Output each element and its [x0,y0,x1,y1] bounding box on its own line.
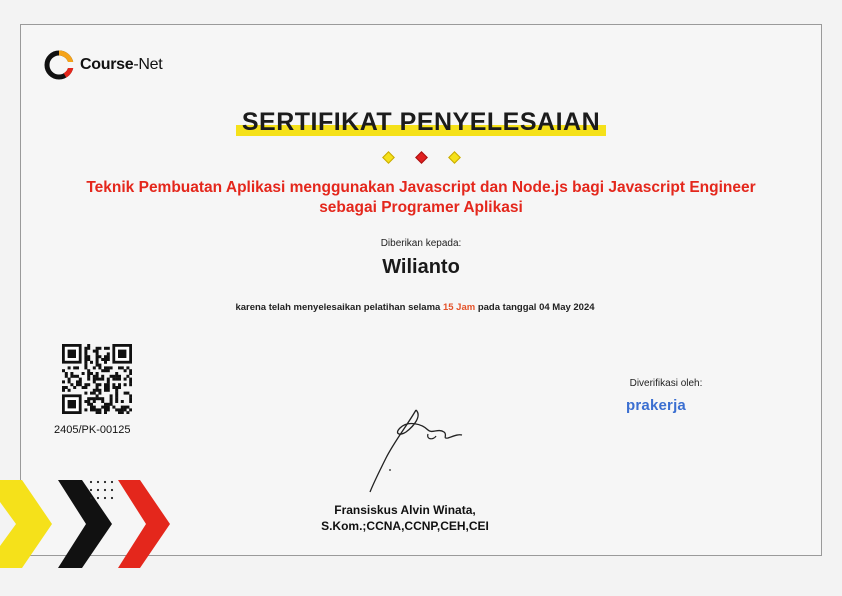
yellow-diamond-icon [447,151,461,164]
course-net-logo: Course-Net [44,50,163,80]
brand-name: Course-Net [80,56,163,73]
red-diamond-icon [414,151,428,164]
diamond-ornament [0,151,842,164]
signer-name: Fransiskus Alvin Winata, [334,503,476,517]
certificate-title: SERTIFIKAT PENYELESAIAN [235,108,607,137]
signer-credentials: S.Kom.;CCNA,CCNP,CEH,CEI [321,519,489,533]
course-title: Teknik Pembuatan Aplikasi menggunakan Ja… [86,179,756,216]
signature-image [356,402,466,496]
dot-grid-decoration [88,479,118,503]
yellow-diamond-icon [381,151,395,164]
qr-code-icon[interactable] [62,344,133,415]
verified-by-label: Diverifikasi oleh: [629,378,703,389]
certificate-number: 2405/PK-00125 [54,424,131,436]
recipient-name: Wilianto [382,256,460,278]
duration: 15 Jam [442,302,476,313]
title-wrapper: SERTIFIKAT PENYELESAIAN [0,108,842,137]
given-to-label: Diberikan kepada: [380,238,462,249]
course-net-logo-icon [44,50,74,80]
signer-block: Fransiskus Alvin Winata, S.Kom.;CCNA,CCN… [300,502,510,534]
completion-statement: karena telah menyelesaikan pelatihan sel… [235,302,595,313]
prakerja-logo: prakerja [626,397,686,414]
